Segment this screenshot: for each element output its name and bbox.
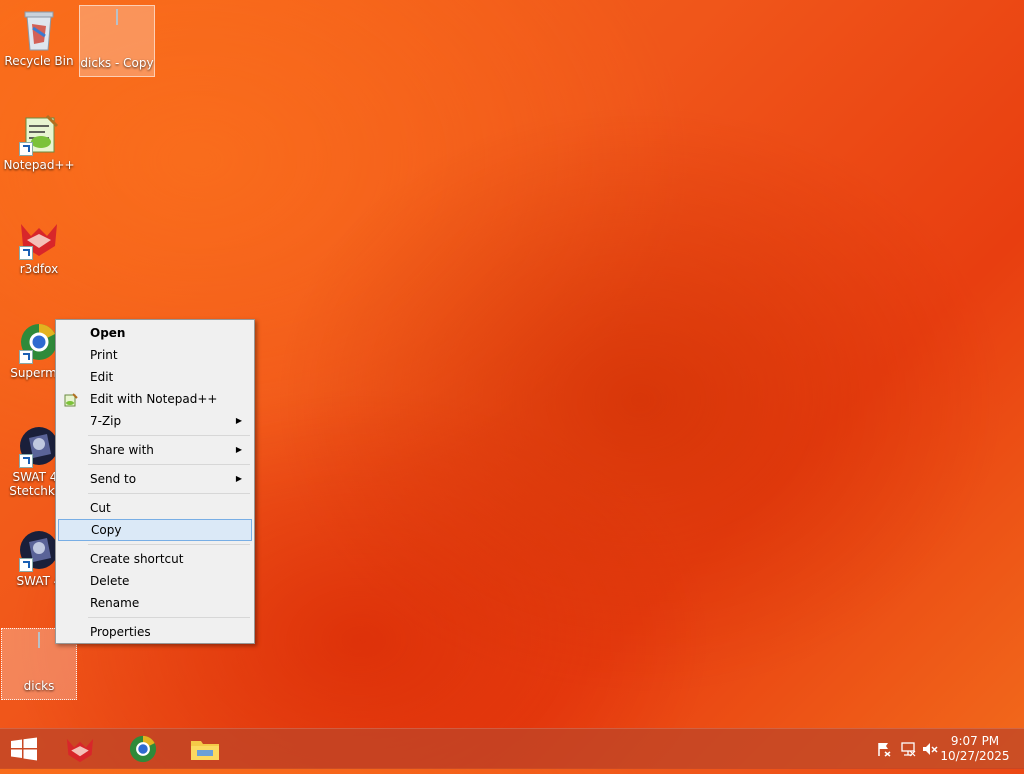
menu-separator [88,544,250,545]
windows-logo-icon [11,737,37,761]
desktop-icon-notepadpp[interactable]: Notepad++ [1,108,77,180]
shortcut-arrow-icon [19,454,33,468]
shortcut-arrow-icon [19,142,33,156]
supermium-icon [129,735,157,763]
icon-label: dicks - Copy [80,56,154,70]
menu-item-print[interactable]: Print [58,344,252,366]
notepadpp-icon [17,112,61,156]
menu-item-label: Edit with Notepad++ [90,392,218,406]
menu-item-send-to[interactable]: Send to ▶ [58,468,252,490]
clock[interactable]: 9:07 PM 10/27/2025 [940,734,1010,774]
menu-item-label: Send to [90,472,137,486]
menu-item-copy[interactable]: Copy [58,519,252,541]
menu-separator [88,493,250,494]
text-file-icon [95,9,139,54]
desktop-icon-r3dfox[interactable]: r3dfox [1,212,77,284]
menu-item-label: Share with [90,443,154,457]
icon-label: r3dfox [19,262,59,276]
menu-item-label: Create shortcut [90,552,184,566]
menu-item-edit-with-notepadpp[interactable]: Edit with Notepad++ [58,388,252,410]
menu-item-delete[interactable]: Delete [58,570,252,592]
icon-label: Recycle Bin [4,54,74,68]
r3dfox-icon [17,216,61,260]
menu-item-7zip[interactable]: 7-Zip ▶ [58,410,252,432]
context-menu: Open Print Edit Edit with Notepad++ 7-Zi… [55,319,255,644]
clock-time: 9:07 PM [950,734,1000,748]
menu-item-properties[interactable]: Properties [58,621,252,643]
r3dfox-icon [66,738,94,763]
notepadpp-icon [64,392,78,407]
menu-separator [88,435,250,436]
menu-item-label: Properties [90,625,151,639]
icon-label: Notepad++ [3,158,75,172]
menu-item-label: Cut [90,501,111,515]
menu-item-label: Print [90,348,118,362]
clock-date: 10/27/2025 [940,749,1010,763]
shortcut-arrow-icon [19,350,33,364]
taskbar-supermium-button[interactable] [127,733,159,765]
menu-item-edit[interactable]: Edit [58,366,252,388]
action-center-flag-icon[interactable] [876,741,892,757]
menu-item-label: 7-Zip [90,414,122,428]
menu-item-cut[interactable]: Cut [58,497,252,519]
submenu-arrow-icon: ▶ [235,474,242,483]
start-button[interactable] [8,733,40,765]
menu-separator [88,617,250,618]
shortcut-arrow-icon [19,246,33,260]
desktop-icon-recycle-bin[interactable]: Recycle Bin [1,4,77,76]
taskbar-r3dfox-button[interactable] [64,733,96,765]
menu-item-label: Delete [90,574,130,588]
menu-item-rename[interactable]: Rename [58,592,252,614]
desktop-icon-dicks-copy[interactable]: dicks - Copy [79,5,155,77]
menu-item-open[interactable]: Open [58,322,252,344]
menu-item-label: Edit [90,370,114,384]
menu-item-share-with[interactable]: Share with ▶ [58,439,252,461]
menu-item-label: Open [90,326,126,340]
menu-item-create-shortcut[interactable]: Create shortcut [58,548,252,570]
submenu-arrow-icon: ▶ [235,445,242,454]
taskbar: 9:07 PM 10/27/2025 [0,728,1024,769]
menu-separator [88,464,250,465]
taskbar-file-explorer-button[interactable] [189,733,221,765]
recycle-bin-icon [17,8,61,52]
submenu-arrow-icon: ▶ [235,416,242,425]
icon-label: dicks [23,679,55,693]
volume-muted-icon[interactable] [922,741,938,757]
folder-icon [191,741,219,760]
shortcut-arrow-icon [19,558,33,572]
menu-item-label: Rename [90,596,140,610]
menu-item-label: Copy [91,523,122,537]
network-icon[interactable] [900,741,916,757]
